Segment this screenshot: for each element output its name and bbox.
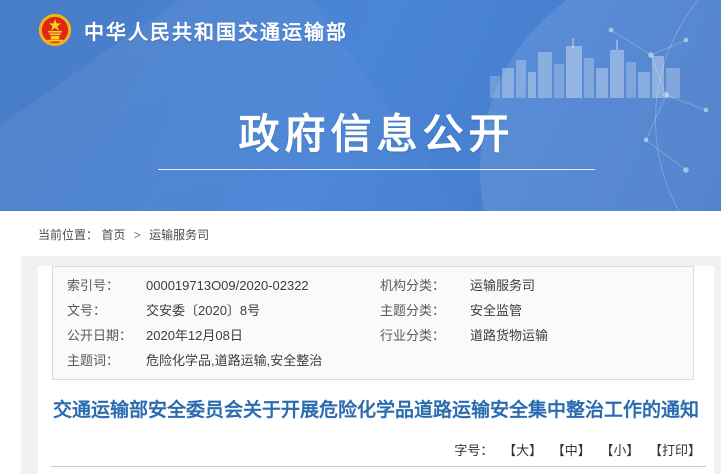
meta-value-org: 运输服务司 [470,273,693,298]
banner: 中华人民共和国交通运输部 政府信息公开 [0,0,721,211]
table-row: 索引号： 000019713O09/2020-02322 机构分类： 运输服务司 [67,273,693,298]
breadcrumb-section-link[interactable]: 运输服务司 [149,228,209,242]
breadcrumb: 当前位置： 首页 > 运输服务司 [21,211,721,256]
font-size-large-button[interactable]: 【大】 [503,443,542,458]
table-row: 文号： 交安委〔2020〕8号 主题分类： 安全监管 [67,298,693,323]
print-button[interactable]: 【打印】 [649,443,701,458]
meta-label-empty [380,348,470,373]
meta-value-date: 2020年12月08日 [146,323,380,348]
font-size-controls: 字号： 【大】 【中】 【小】 【打印】 [38,440,701,459]
content-divider [51,466,706,467]
constellation-decoration [591,0,721,211]
document-meta-table: 索引号： 000019713O09/2020-02322 机构分类： 运输服务司… [52,266,694,380]
font-size-medium-button[interactable]: 【中】 [552,443,591,458]
meta-value-docnum: 交安委〔2020〕8号 [146,298,380,323]
document-title: 交通运输部安全委员会关于开展危险化学品道路运输安全集中整治工作的通知 [50,397,702,425]
page-title: 政府信息公开 [158,100,595,160]
meta-label-industry: 行业分类： [380,323,470,348]
title-underline [158,169,595,170]
meta-label-topic: 主题分类： [380,298,470,323]
meta-value-empty [470,348,693,373]
meta-label-org: 机构分类： [380,273,470,298]
article-card: 索引号： 000019713O09/2020-02322 机构分类： 运输服务司… [38,266,714,474]
table-row: 公开日期： 2020年12月08日 行业分类： 道路货物运输 [67,323,693,348]
meta-label-docnum: 文号： [67,298,146,323]
content-wrapper: 当前位置： 首页 > 运输服务司 索引号： 000019713O09/2020-… [21,211,721,474]
meta-value-index: 000019713O09/2020-02322 [146,273,380,298]
meta-label-date: 公开日期： [67,323,146,348]
font-size-small-button[interactable]: 【小】 [600,443,639,458]
meta-label-index: 索引号： [67,273,146,298]
meta-value-topic: 安全监管 [470,298,693,323]
breadcrumb-separator: > [134,228,141,242]
table-row: 主题词： 危险化学品,道路运输,安全整治 [67,348,693,373]
meta-value-keywords: 危险化学品,道路运输,安全整治 [146,348,380,373]
site-header: 中华人民共和国交通运输部 [38,13,348,47]
font-size-label: 字号： [454,443,493,458]
meta-value-industry: 道路货物运输 [470,323,693,348]
meta-label-keywords: 主题词： [67,348,146,373]
breadcrumb-label: 当前位置： [38,228,98,242]
site-title: 中华人民共和国交通运输部 [84,16,348,45]
national-emblem-icon [38,13,72,47]
gov-info-heading-block: 政府信息公开 [158,100,595,170]
breadcrumb-home-link[interactable]: 首页 [101,228,125,242]
